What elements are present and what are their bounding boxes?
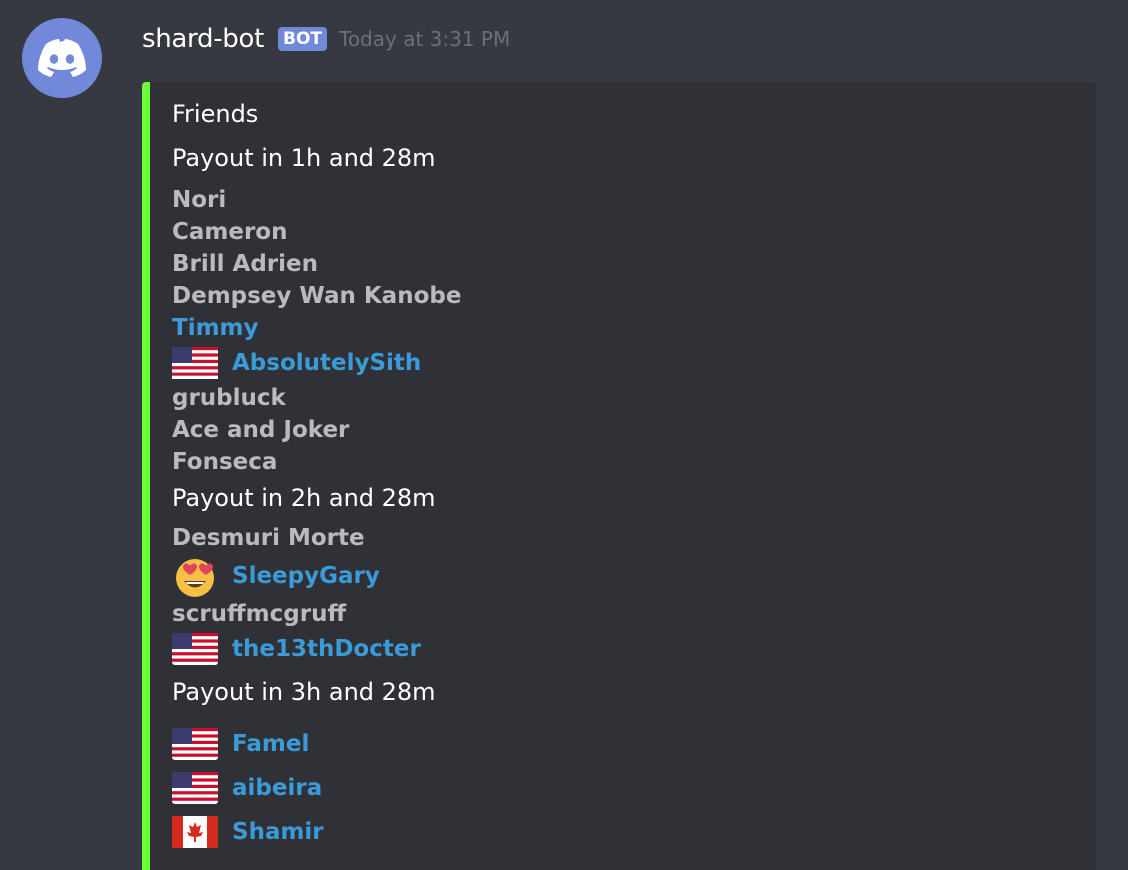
- member-with-icon: aibeira: [172, 766, 1076, 810]
- member-link[interactable]: Timmy: [172, 312, 1076, 344]
- member-with-icon: SleepyGary: [172, 554, 1076, 598]
- chat-message: shard-bot BOT Today at 3:31 PM Friends P…: [0, 0, 1128, 870]
- bot-badge: BOT: [277, 27, 327, 51]
- member-name: Fonseca: [172, 449, 278, 475]
- member-link[interactable]: Famel: [232, 728, 309, 760]
- payout-header: Payout in 1h and 28m: [172, 144, 436, 172]
- embed-title: Friends: [172, 100, 259, 128]
- member-link[interactable]: aibeira: [232, 772, 322, 804]
- member-name: Desmuri Morte: [172, 525, 365, 551]
- member-name: scruffmcgruff: [172, 601, 347, 627]
- member-link[interactable]: Shamir: [232, 816, 324, 848]
- canada-flag-icon: [172, 816, 218, 848]
- member-name: Ace and Joker: [172, 417, 350, 443]
- member-name: Brill Adrien: [172, 251, 318, 277]
- member-link[interactable]: the13thDocter: [232, 633, 421, 665]
- payout-header: Payout in 3h and 28m: [172, 678, 436, 706]
- embed-body: Friends Payout in 1h and 28m Nori Camero…: [172, 98, 1076, 854]
- us-flag-icon: [172, 633, 218, 665]
- us-flag-icon: [172, 347, 218, 379]
- member-name: Cameron: [172, 219, 288, 245]
- member-name: grubluck: [172, 385, 286, 411]
- discord-logo-icon: [38, 39, 86, 77]
- member-with-icon: AbsolutelySith: [172, 344, 1076, 382]
- member-name: Dempsey Wan Kanobe: [172, 283, 462, 309]
- member-with-icon: Shamir: [172, 810, 1076, 854]
- us-flag-icon: [172, 772, 218, 804]
- member-link[interactable]: SleepyGary: [232, 560, 380, 592]
- embed-card: Friends Payout in 1h and 28m Nori Camero…: [142, 82, 1096, 870]
- us-flag-icon: [172, 728, 218, 760]
- payout-header: Payout in 2h and 28m: [172, 484, 436, 512]
- message-header: shard-bot BOT Today at 3:31 PM: [142, 20, 510, 58]
- member-name: Nori: [172, 187, 227, 213]
- member-with-icon: the13thDocter: [172, 630, 1076, 668]
- heart-eyes-emoji-icon: [172, 554, 218, 598]
- message-timestamp[interactable]: Today at 3:31 PM: [339, 27, 510, 51]
- member-link[interactable]: AbsolutelySith: [232, 347, 421, 379]
- member-with-icon: Famel: [172, 722, 1076, 766]
- author-name[interactable]: shard-bot: [142, 24, 264, 54]
- bot-avatar[interactable]: [22, 18, 102, 98]
